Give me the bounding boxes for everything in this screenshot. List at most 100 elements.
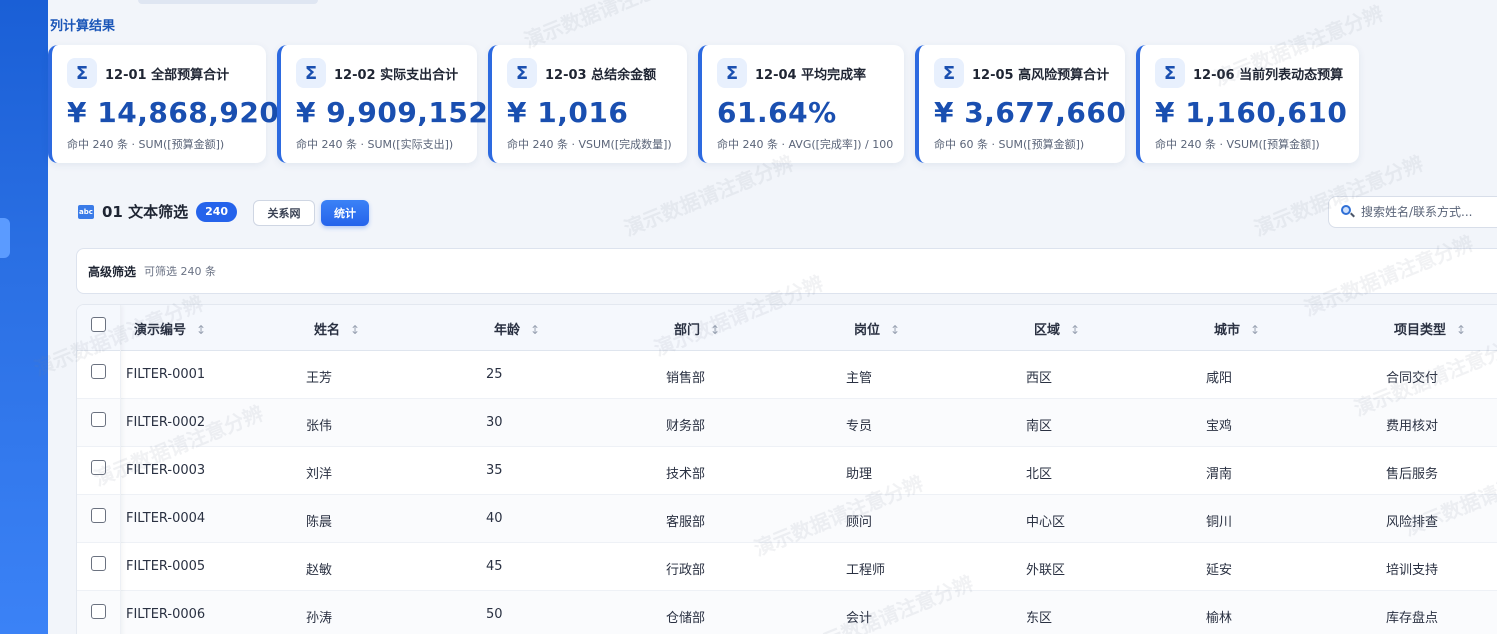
cell-id: FILTER-0003 [126, 463, 206, 478]
card-label: 12-03 总结余金额 [545, 67, 657, 83]
relation-network-button[interactable]: 关系网 [253, 200, 315, 226]
column-header-id[interactable]: 演示编号 ↕ [134, 319, 206, 338]
search-input[interactable] [1361, 205, 1497, 219]
column-header-name[interactable]: 姓名 ↕ [314, 319, 360, 338]
cell-region: 东区 [1026, 611, 1053, 626]
calc-card: Σ 12-04 平均完成率 61.64% 命中 240 条 · AVG([完成率… [698, 45, 904, 163]
table-row[interactable]: FILTER-0004 陈晨 40 客服部 顾问 中心区 铜川 风险排查 [77, 495, 1497, 543]
column-header-department[interactable]: 部门 ↕ [674, 319, 720, 338]
card-subtitle: 命中 240 条 · VSUM([完成数量]) [507, 138, 672, 151]
table-row[interactable]: FILTER-0005 赵敏 45 行政部 工程师 外联区 延安 培训支持 [77, 543, 1497, 591]
cell-position: 会计 [846, 611, 873, 626]
sidebar-collapse-tab[interactable] [0, 218, 10, 258]
cell-position: 工程师 [846, 563, 886, 578]
table-title-group: abc 01 文本筛选 240 [78, 201, 238, 222]
cell-position: 助理 [846, 467, 873, 482]
card-label: 12-02 实际支出合计 [334, 67, 459, 83]
table-toolbar: abc 01 文本筛选 240 关系网 统计 [78, 198, 1497, 228]
calc-card: Σ 12-02 实际支出合计 ¥ 9,909,152 命中 240 条 · SU… [277, 45, 489, 163]
sigma-icon: Σ [717, 58, 747, 88]
cell-city: 榆林 [1206, 611, 1233, 626]
column-header-position[interactable]: 岗位 ↕ [854, 319, 900, 338]
cell-name: 刘洋 [306, 467, 333, 482]
cell-department: 财务部 [666, 419, 706, 434]
sigma-icon: Σ [934, 58, 964, 88]
cell-city: 咸阳 [1206, 371, 1233, 386]
cell-department: 行政部 [666, 563, 706, 578]
count-badge: 240 [196, 201, 238, 222]
cell-name: 王芳 [306, 371, 333, 386]
cell-region: 北区 [1026, 467, 1053, 482]
table-row[interactable]: FILTER-0002 张伟 30 财务部 专员 南区 宝鸡 费用核对 [77, 399, 1497, 447]
column-header-project-type[interactable]: 项目类型 ↕ [1394, 319, 1466, 338]
card-subtitle: 命中 60 条 · SUM([预算金额]) [934, 138, 1085, 151]
advanced-filter-title: 高级筛选 [88, 264, 137, 279]
text-filter-icon: abc [78, 204, 94, 219]
card-subtitle: 命中 240 条 · VSUM([预算金额]) [1155, 138, 1320, 151]
main-content: 列计算结果 Σ 12-01 全部预算合计 ¥ 14,868,920 命中 240… [31, 0, 1497, 634]
cell-age: 45 [486, 559, 503, 574]
sigma-icon: Σ [67, 58, 97, 88]
sort-icon: ↕ [1250, 323, 1261, 337]
sigma-icon: Σ [507, 58, 537, 88]
section-title: 列计算结果 [50, 19, 116, 34]
top-bar-edge [138, 0, 318, 4]
cell-id: FILTER-0001 [126, 367, 206, 382]
table-row[interactable]: FILTER-0006 孙涛 50 仓储部 会计 东区 榆林 库存盘点 [77, 591, 1497, 634]
cell-age: 25 [486, 367, 503, 382]
cell-region: 西区 [1026, 371, 1053, 386]
card-value: ¥ 3,677,660 [934, 96, 1127, 129]
card-subtitle: 命中 240 条 · SUM([预算金额]) [67, 138, 225, 151]
card-label: 12-05 高风险预算合计 [972, 67, 1110, 83]
cell-name: 赵敏 [306, 563, 333, 578]
cell-id: FILTER-0005 [126, 559, 206, 574]
column-header-city[interactable]: 城市 ↕ [1214, 319, 1260, 338]
cell-region: 外联区 [1026, 563, 1066, 578]
calc-card: Σ 12-05 高风险预算合计 ¥ 3,677,660 命中 60 条 · SU… [915, 45, 1127, 163]
cell-project-type: 风险排查 [1386, 515, 1439, 530]
card-label: 12-04 平均完成率 [755, 67, 867, 83]
advanced-filter-bar[interactable]: 高级筛选 可筛选 240 条 [76, 248, 1497, 294]
cell-name: 张伟 [306, 419, 333, 434]
cell-department: 客服部 [666, 515, 706, 530]
cell-department: 销售部 [666, 371, 706, 386]
cell-position: 专员 [846, 419, 873, 434]
column-header-region[interactable]: 区域 ↕ [1034, 319, 1080, 338]
sort-icon: ↕ [530, 323, 541, 337]
cell-city: 渭南 [1206, 467, 1233, 482]
sort-icon: ↕ [890, 323, 901, 337]
cell-city: 宝鸡 [1206, 419, 1233, 434]
sigma-icon: Σ [1155, 58, 1185, 88]
cell-region: 南区 [1026, 419, 1053, 434]
left-sidebar-rail [0, 0, 48, 634]
card-value: ¥ 1,016 [507, 96, 629, 129]
column-header-age[interactable]: 年龄 ↕ [494, 319, 540, 338]
card-label: 12-01 全部预算合计 [105, 67, 230, 83]
search-box[interactable] [1328, 196, 1497, 228]
card-subtitle: 命中 240 条 · SUM([实际支出]) [296, 138, 454, 151]
table-title: 01 文本筛选 [102, 203, 189, 221]
cell-id: FILTER-0006 [126, 607, 206, 622]
card-value: ¥ 14,868,920 [67, 96, 280, 129]
card-value: ¥ 9,909,152 [296, 96, 489, 129]
checkbox-column-divider [77, 305, 121, 634]
card-value: ¥ 1,160,610 [1155, 96, 1348, 129]
calc-card: Σ 12-06 当前列表动态预算 ¥ 1,160,610 命中 240 条 · … [1136, 45, 1359, 163]
cell-name: 孙涛 [306, 611, 333, 626]
cell-position: 顾问 [846, 515, 873, 530]
cell-region: 中心区 [1026, 515, 1066, 530]
sort-icon: ↕ [710, 323, 721, 337]
cell-age: 30 [486, 415, 503, 430]
table-row[interactable]: FILTER-0003 刘洋 35 技术部 助理 北区 渭南 售后服务 [77, 447, 1497, 495]
cell-department: 技术部 [666, 467, 706, 482]
search-icon [1341, 205, 1355, 219]
table-row[interactable]: FILTER-0001 王芳 25 销售部 主管 西区 咸阳 合同交付 [77, 351, 1497, 399]
statistics-button[interactable]: 统计 [321, 200, 369, 226]
card-subtitle: 命中 240 条 · AVG([完成率]) / 100 [717, 138, 894, 151]
calc-card: Σ 12-01 全部预算合计 ¥ 14,868,920 命中 240 条 · S… [48, 45, 280, 163]
table-header: 演示编号 ↕ 姓名 ↕ 年龄 ↕ 部门 ↕ 岗位 ↕ 区域 ↕ 城市 ↕ 项目类型 ↕ [77, 305, 1497, 351]
cell-city: 铜川 [1206, 515, 1233, 530]
cell-id: FILTER-0002 [126, 415, 206, 430]
card-value: 61.64% [717, 96, 837, 129]
sort-icon: ↕ [350, 323, 361, 337]
